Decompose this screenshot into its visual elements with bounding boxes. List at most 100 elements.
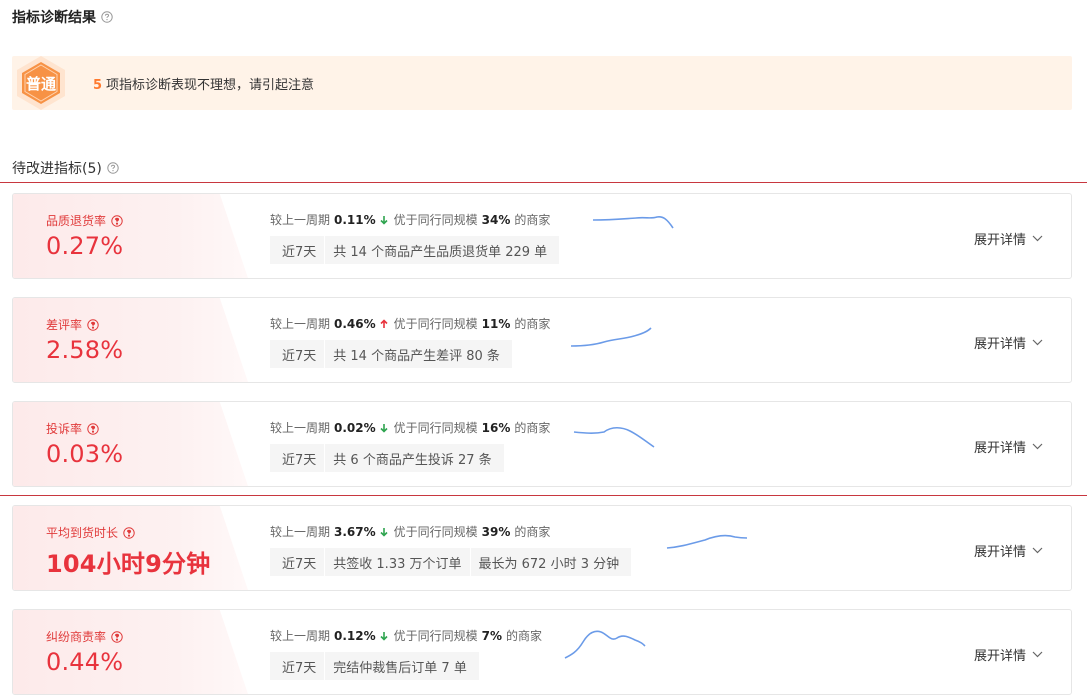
period-label: 近7天 <box>282 452 317 468</box>
help-icon[interactable] <box>111 214 123 227</box>
sparkline-path <box>564 630 646 659</box>
metric-label: 差评率 <box>46 316 99 333</box>
peer-percent: 34% <box>481 212 511 227</box>
metric-detail: 近7天 共 6 个商品产生投诉 27 条 <box>270 444 504 472</box>
metric-card: 差评率 2.58% 较上一周期 0.46% 优于同行同规模 11% 的商家 近7… <box>12 297 1072 383</box>
chevron-down-icon <box>1032 339 1043 346</box>
arrow-down-icon <box>380 631 388 641</box>
diagnosis-summary-banner: 普通 5 项指标诊断表现不理想，请引起注意 <box>12 56 1072 110</box>
compare-label: 较上一周期 <box>270 213 331 227</box>
help-icon[interactable] <box>101 11 113 23</box>
metric-label: 品质退货率 <box>46 212 123 229</box>
detail-text: 共 14 个商品产生差评 80 条 <box>333 348 500 364</box>
chevron-down-icon <box>1032 651 1043 658</box>
expand-details-button[interactable]: 展开详情 <box>974 333 1043 352</box>
expand-details-label: 展开详情 <box>973 545 1026 560</box>
metric-label: 纠纷商责率 <box>46 628 123 645</box>
compare-label: 较上一周期 <box>270 421 331 435</box>
peer-label: 优于同行同规模 <box>393 317 478 331</box>
expand-details-button[interactable]: 展开详情 <box>974 645 1043 664</box>
metric-card: 投诉率 0.03% 较上一周期 0.02% 优于同行同规模 16% 的商家 近7… <box>12 401 1072 487</box>
metric-label-text: 平均到货时长 <box>46 526 119 540</box>
trend-sparkline <box>564 630 646 659</box>
peer-percent: 11% <box>481 316 511 331</box>
metric-value: 2.58% <box>46 336 124 364</box>
page-title: 指标诊断结果 <box>12 7 113 27</box>
change-value: 0.46% <box>334 316 376 331</box>
arrow-up-icon <box>380 318 388 329</box>
sparkline-path <box>592 216 674 229</box>
arrow-down-icon <box>380 423 388 433</box>
peer-percent: 39% <box>481 524 511 539</box>
peer-label: 优于同行同规模 <box>393 629 478 643</box>
help-icon[interactable] <box>107 162 119 174</box>
group-divider <box>0 182 1087 183</box>
metric-detail: 近7天 完结仲裁售后订单 7 单 <box>270 652 479 680</box>
trend-sparkline <box>666 534 748 549</box>
compare-label: 较上一周期 <box>270 525 331 539</box>
expand-details-button[interactable]: 展开详情 <box>974 229 1043 248</box>
detail-text: 完结仲裁售后订单 7 单 <box>333 660 467 676</box>
expand-details-button[interactable]: 展开详情 <box>974 437 1043 456</box>
summary-text: 项指标诊断表现不理想，请引起注意 <box>106 78 315 93</box>
metric-value: 104小时9分钟 <box>46 550 211 578</box>
metric-detail: 近7天 共签收 1.33 万个订单 最长为 672 小时 3 分钟 <box>270 548 632 576</box>
metric-value: 0.44% <box>46 648 124 676</box>
peer-percent: 16% <box>481 420 511 435</box>
detail-separator <box>324 652 326 680</box>
chevron-down-icon <box>1032 443 1043 450</box>
period-label: 近7天 <box>282 556 317 572</box>
detail-text: 共签收 1.33 万个订单 <box>333 556 462 572</box>
metric-comparison: 较上一周期 0.46% 优于同行同规模 11% 的商家 <box>270 315 550 332</box>
expand-details-label: 展开详情 <box>973 233 1026 248</box>
subsection-title: 待改进指标(5) <box>12 158 119 178</box>
peer-suffix: 的商家 <box>514 317 551 331</box>
detail-text: 共 14 个商品产生品质退货单 229 单 <box>333 244 548 260</box>
chevron-down-icon <box>1032 547 1043 554</box>
metric-card: 纠纷商责率 0.44% 较上一周期 0.12% 优于同行同规模 7% 的商家 近… <box>12 609 1072 695</box>
metric-label-text: 差评率 <box>46 318 83 332</box>
peer-suffix: 的商家 <box>514 421 551 435</box>
help-icon[interactable] <box>87 422 99 435</box>
peer-label: 优于同行同规模 <box>393 213 478 227</box>
subsection-title-text: 待改进指标(5) <box>12 161 102 177</box>
metric-card: 品质退货率 0.27% 较上一周期 0.11% 优于同行同规模 34% 的商家 … <box>12 193 1072 279</box>
trend-sparkline <box>573 426 655 448</box>
peer-label: 优于同行同规模 <box>393 525 478 539</box>
expand-details-button[interactable]: 展开详情 <box>974 541 1043 560</box>
trend-sparkline <box>570 327 652 347</box>
metric-value: 0.03% <box>46 440 124 468</box>
metric-comparison: 较上一周期 0.12% 优于同行同规模 7% 的商家 <box>270 627 542 644</box>
metric-comparison: 较上一周期 3.67% 优于同行同规模 39% 的商家 <box>270 523 550 540</box>
metric-comparison: 较上一周期 0.11% 优于同行同规模 34% 的商家 <box>270 211 550 228</box>
metric-label-text: 纠纷商责率 <box>46 630 107 644</box>
detail-text-secondary: 最长为 672 小时 3 分钟 <box>478 556 620 572</box>
arrow-down-icon <box>380 527 388 537</box>
sparkline-path <box>573 426 655 448</box>
metric-label-text: 品质退货率 <box>46 214 107 228</box>
expand-details-label: 展开详情 <box>973 441 1026 456</box>
peer-suffix: 的商家 <box>506 629 543 643</box>
help-icon[interactable] <box>87 318 99 331</box>
metric-value: 0.27% <box>46 232 124 260</box>
change-value: 3.67% <box>334 524 376 539</box>
detail-separator <box>469 548 471 576</box>
chevron-down-icon <box>1032 235 1043 242</box>
peer-suffix: 的商家 <box>514 525 551 539</box>
metric-detail: 近7天 共 14 个商品产生差评 80 条 <box>270 340 512 368</box>
trend-sparkline <box>592 216 674 229</box>
metric-detail: 近7天 共 14 个商品产生品质退货单 229 单 <box>270 236 560 264</box>
sparkline-path <box>570 327 652 347</box>
metric-label-text: 投诉率 <box>46 422 83 436</box>
help-icon[interactable] <box>123 526 135 539</box>
help-icon[interactable] <box>111 630 123 643</box>
arrow-down-icon <box>380 215 388 225</box>
grade-badge-text: 普通 <box>25 75 56 93</box>
change-value: 0.02% <box>334 420 376 435</box>
group-divider <box>0 495 1087 496</box>
detail-text: 共 6 个商品产生投诉 27 条 <box>333 452 492 468</box>
detail-separator <box>324 548 326 576</box>
peer-label: 优于同行同规模 <box>393 421 478 435</box>
metric-comparison: 较上一周期 0.02% 优于同行同规模 16% 的商家 <box>270 419 550 436</box>
summary-count: 5 <box>93 78 103 93</box>
